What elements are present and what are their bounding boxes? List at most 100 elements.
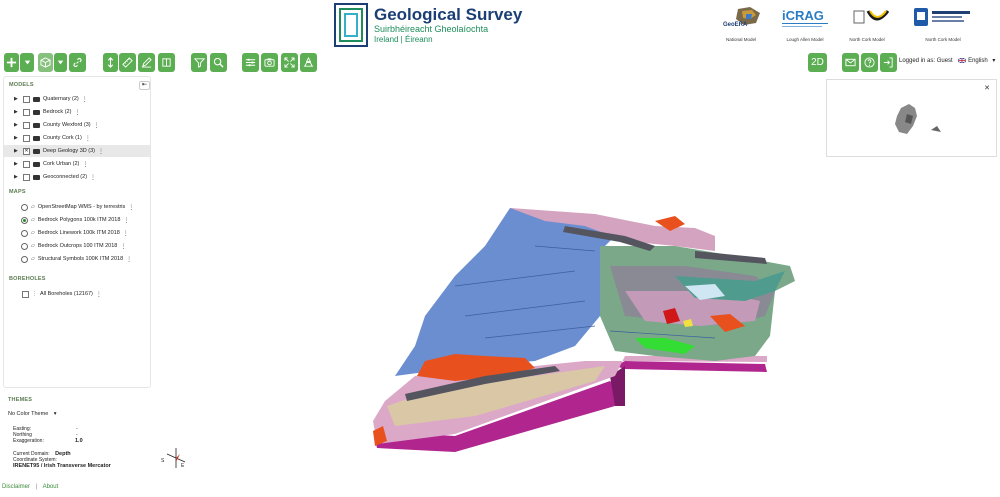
model-item[interactable]: ▶ Geoconnected (2) ⋮ [4,171,150,183]
link-icon [73,58,82,67]
more-options-icon[interactable]: ⋮ [98,148,104,155]
model-checkbox[interactable] [23,134,30,142]
brand-subtitle-irish: Suirbhéireacht Gheolaíochta [374,24,489,34]
settings-button[interactable] [242,53,259,72]
map-layer-item[interactable]: ▱ Bedrock Linework 100k ITM 2018 ⋮ [4,227,150,239]
section-icon [162,58,171,67]
model-item[interactable]: ▶ County Cork (1) ⋮ [4,132,150,144]
view-mode-2d-button[interactable]: 2D [808,53,827,72]
login-button[interactable] [880,53,897,72]
language-selector[interactable]: English ▾ [958,57,996,64]
map-layer-label: OpenStreetMap WMS - by terrestris [37,204,126,210]
caret-right-icon[interactable]: ▶ [14,109,20,115]
about-link[interactable]: About [43,484,59,490]
caret-right-icon[interactable]: ▶ [14,161,20,167]
map-layer-item[interactable]: ▱ Bedrock Outcrops 100 ITM 2018 ⋮ [4,240,150,252]
model-checkbox[interactable] [23,108,30,116]
disclaimer-link[interactable]: Disclaimer [2,484,30,490]
cube-dropdown-button[interactable] [54,53,67,72]
more-options-icon[interactable]: ⋮ [90,174,96,181]
more-options-icon[interactable]: ⋮ [96,291,102,298]
map-layer-radio[interactable] [21,216,28,224]
more-options-icon[interactable]: ⋮ [74,109,80,116]
add-dropdown-button[interactable] [20,53,34,72]
partner-trinity[interactable]: North Cork Model [910,4,976,46]
filter-button[interactable] [191,53,207,72]
folder-icon [33,135,40,141]
caret-right-icon[interactable]: ▶ [14,174,20,180]
model-item[interactable]: ▶ County Wexford (3) ⋮ [4,119,150,131]
screenshot-button[interactable] [261,53,278,72]
map-layer-radio[interactable] [21,203,28,211]
pencil-icon [141,57,152,68]
more-options-icon[interactable]: ⋮ [94,122,100,129]
partner-icrag[interactable]: iCRAG Lough Allen Model [772,4,838,46]
color-theme-select[interactable]: No Color Theme ▾ [8,411,57,417]
borehole-checkbox[interactable] [22,290,29,298]
gsi-logo[interactable]: Geological Survey Suirbhéireacht Gheolaí… [334,3,522,49]
partner-north-cork[interactable]: North Cork Model [834,4,900,46]
contact-button[interactable] [842,53,859,72]
more-options-icon[interactable]: ⋮ [126,256,132,263]
chevron-down-icon: ▾ [992,58,996,64]
more-options-icon[interactable]: ⋮ [128,204,134,211]
ruler-button[interactable] [119,53,136,72]
help-button[interactable] [861,53,878,72]
model-checkbox[interactable] [23,95,30,103]
vertical-measure-button[interactable] [103,53,118,72]
map-icon: ▱ [31,217,35,223]
footer-separator: | [35,484,38,490]
more-options-icon[interactable]: ⋮ [120,243,126,250]
cube-button[interactable] [38,53,53,72]
partner-geoera[interactable]: GeoERA National Model [708,4,774,46]
caret-right-icon[interactable]: ▶ [14,148,20,154]
model-checkbox[interactable] [23,160,30,168]
map-icon: ▱ [31,230,35,236]
folder-icon [33,122,40,128]
filter-icon [193,58,205,68]
model-item[interactable]: ▶ ✕ Deep Geology 3D (3) ⋮ [4,145,150,157]
caret-right-icon[interactable]: ▶ [14,135,20,141]
svg-text:iCRAG: iCRAG [782,8,824,23]
exaggeration-readout[interactable]: Exaggeration: 1.0 [13,438,83,444]
map-layer-item[interactable]: ▱ Bedrock Polygons 100k ITM 2018 ⋮ [4,214,150,226]
link-button[interactable] [69,53,86,72]
layers-stack-button[interactable] [300,53,317,72]
language-label: English [968,58,988,64]
plus-icon [6,57,17,68]
fullscreen-button[interactable] [281,53,298,72]
themes-heading: THEMES [8,397,33,403]
ruler-icon [122,57,133,68]
model-label: Cork Urban (2) [43,161,80,167]
overview-minimap[interactable]: ✕ [826,79,997,157]
map-layer-radio[interactable] [21,229,28,237]
vertical-arrows-icon [107,57,114,68]
draw-button[interactable] [138,53,155,72]
caret-right-icon[interactable]: ▶ [14,122,20,128]
more-options-icon[interactable]: ⋮ [82,161,88,168]
close-icon[interactable]: ✕ [984,84,990,92]
section-button[interactable] [158,53,175,72]
borehole-item[interactable]: ⋮ All Boreholes (12167) ⋮ [4,288,150,300]
map-layer-radio[interactable] [21,242,28,250]
model-checkbox[interactable]: ✕ [23,147,30,155]
search-icon [213,57,224,68]
model-item[interactable]: ▶ Bedrock (2) ⋮ [4,106,150,118]
map-layer-item[interactable]: ▱ OpenStreetMap WMS - by terrestris ⋮ [4,201,150,213]
more-options-icon[interactable]: ⋮ [123,217,129,224]
more-options-icon[interactable]: ⋮ [82,96,88,103]
model-checkbox[interactable] [23,121,30,129]
zoom-search-button[interactable] [210,53,227,72]
brand-title: Geological Survey [374,5,523,24]
map-layer-radio[interactable] [21,255,28,263]
add-button[interactable] [4,53,19,72]
model-item[interactable]: ▶ Cork Urban (2) ⋮ [4,158,150,170]
model-checkbox[interactable] [23,173,30,181]
model-item[interactable]: ▶ Quaternary (2) ⋮ [4,93,150,105]
map-layer-item[interactable]: ▱ Structural Symbols 100K ITM 2018 ⋮ [4,253,150,265]
caret-right-icon[interactable]: ▶ [14,96,20,102]
collapse-panel-button[interactable]: ⇤ [139,81,150,90]
more-options-icon[interactable]: ⋮ [85,135,91,142]
boreholes-heading: BOREHOLES [9,276,46,282]
more-options-icon[interactable]: ⋮ [123,230,129,237]
